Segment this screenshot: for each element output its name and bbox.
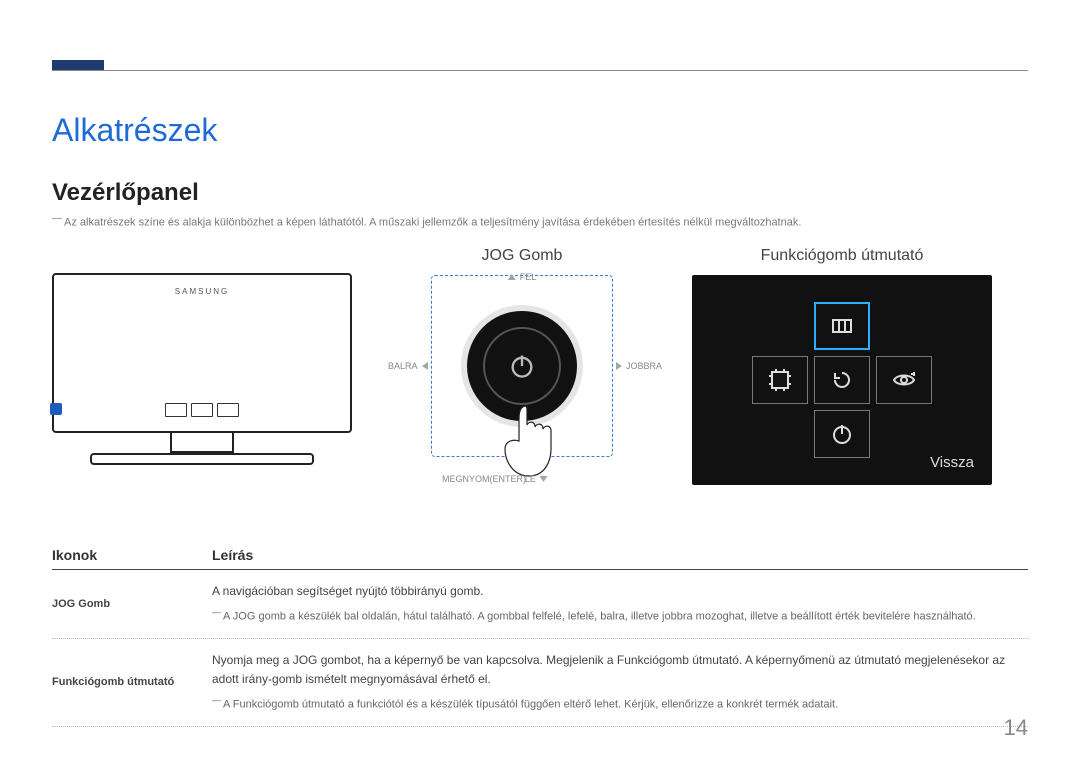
jog-figure: JOG Gomb FEL BALRA JOBBRA MEGNYOM(ENTER) bbox=[382, 247, 662, 501]
arrow-up-icon bbox=[508, 274, 516, 280]
jog-enter-label: MEGNYOM(ENTER) bbox=[442, 474, 526, 484]
monitor-neck bbox=[170, 431, 234, 453]
manual-page: Alkatrészek Vezérlőpanel ―Az alkatrészek… bbox=[0, 0, 1080, 763]
guide-cell-empty bbox=[876, 302, 932, 350]
figure-row: SAMSUNG JOG Gomb bbox=[52, 247, 1028, 501]
row-desc-main: A navigációban segítséget nyújtó többirá… bbox=[212, 582, 1028, 601]
guide-cell-empty bbox=[876, 410, 932, 458]
power-icon bbox=[508, 352, 536, 380]
guide-return-icon bbox=[814, 356, 870, 404]
jog-left-label: BALRA bbox=[388, 361, 428, 371]
row-desc-sub: ―A JOG gomb a készülék bal oldalán, hátu… bbox=[212, 606, 1028, 626]
monitor-brand-label: SAMSUNG bbox=[54, 287, 350, 296]
arrow-left-icon bbox=[422, 362, 428, 370]
disclaimer-note: ―Az alkatrészek színe és alakja különböz… bbox=[52, 213, 1028, 229]
footnote-dash-icon: ― bbox=[52, 213, 62, 224]
monitor-bezel: SAMSUNG bbox=[52, 273, 352, 433]
row-description: Nyomja meg a JOG gombot, ha a képernyő b… bbox=[212, 651, 1028, 714]
guide-power-icon bbox=[814, 410, 870, 458]
footnote-dash-icon: ― bbox=[212, 695, 221, 705]
arrow-right-icon bbox=[616, 362, 622, 370]
row-desc-main: Nyomja meg a JOG gombot, ha a képernyő b… bbox=[212, 651, 1028, 688]
guide-eye-icon bbox=[876, 356, 932, 404]
rear-ports bbox=[54, 403, 350, 417]
guide-grid bbox=[752, 302, 932, 458]
monitor-figure: SAMSUNG bbox=[52, 247, 352, 473]
port-icon bbox=[165, 403, 187, 417]
jog-up-label: FEL bbox=[508, 272, 537, 282]
table-row: JOG Gomb A navigációban segítséget nyújt… bbox=[52, 570, 1028, 639]
guide-source-icon bbox=[752, 356, 808, 404]
jog-location-marker bbox=[50, 403, 62, 415]
guide-menu-icon bbox=[814, 302, 870, 350]
description-table: Ikonok Leírás JOG Gomb A navigációban se… bbox=[52, 547, 1028, 727]
subsection-title: Vezérlőpanel bbox=[52, 179, 1028, 207]
jog-right-label: JOBBRA bbox=[616, 361, 662, 371]
col-header-icons: Ikonok bbox=[52, 547, 212, 563]
row-description: A navigációban segítséget nyújtó többirá… bbox=[212, 582, 1028, 626]
guide-back-label: Vissza bbox=[930, 454, 974, 471]
row-desc-sub: ―A Funkciógomb útmutató a funkciótól és … bbox=[212, 694, 1028, 714]
monitor-illustration: SAMSUNG bbox=[52, 273, 352, 473]
row-name: Funkciógomb útmutató bbox=[52, 676, 212, 688]
table-header-row: Ikonok Leírás bbox=[52, 547, 1028, 570]
disclaimer-text: Az alkatrészek színe és alakja különbözh… bbox=[64, 217, 801, 229]
header-accent-bar bbox=[52, 60, 104, 70]
jog-dashed-frame: FEL BALRA JOBBRA MEGNYOM(ENTER) LE bbox=[431, 275, 613, 457]
arrow-down-icon bbox=[540, 476, 548, 482]
jog-title: JOG Gomb bbox=[482, 247, 563, 265]
guide-title: Funkciógomb útmutató bbox=[761, 247, 924, 265]
col-header-desc: Leírás bbox=[212, 547, 253, 563]
page-number: 14 bbox=[1004, 715, 1028, 741]
row-name: JOG Gomb bbox=[52, 598, 212, 610]
section-title: Alkatrészek bbox=[52, 112, 1028, 149]
jog-wrapper: FEL BALRA JOBBRA MEGNYOM(ENTER) LE bbox=[382, 275, 662, 501]
jog-down-label: LE bbox=[525, 474, 548, 484]
monitor-base bbox=[90, 453, 314, 465]
footnote-dash-icon: ― bbox=[212, 607, 221, 617]
guide-cell-empty bbox=[752, 410, 808, 458]
port-icon bbox=[191, 403, 213, 417]
function-guide-figure: Funkciógomb útmutató bbox=[692, 247, 992, 485]
guide-osd-panel: Vissza bbox=[692, 275, 992, 485]
port-icon bbox=[217, 403, 239, 417]
guide-cell-empty bbox=[752, 302, 808, 350]
header-rule bbox=[52, 70, 1028, 71]
table-row: Funkciógomb útmutató Nyomja meg a JOG go… bbox=[52, 639, 1028, 727]
